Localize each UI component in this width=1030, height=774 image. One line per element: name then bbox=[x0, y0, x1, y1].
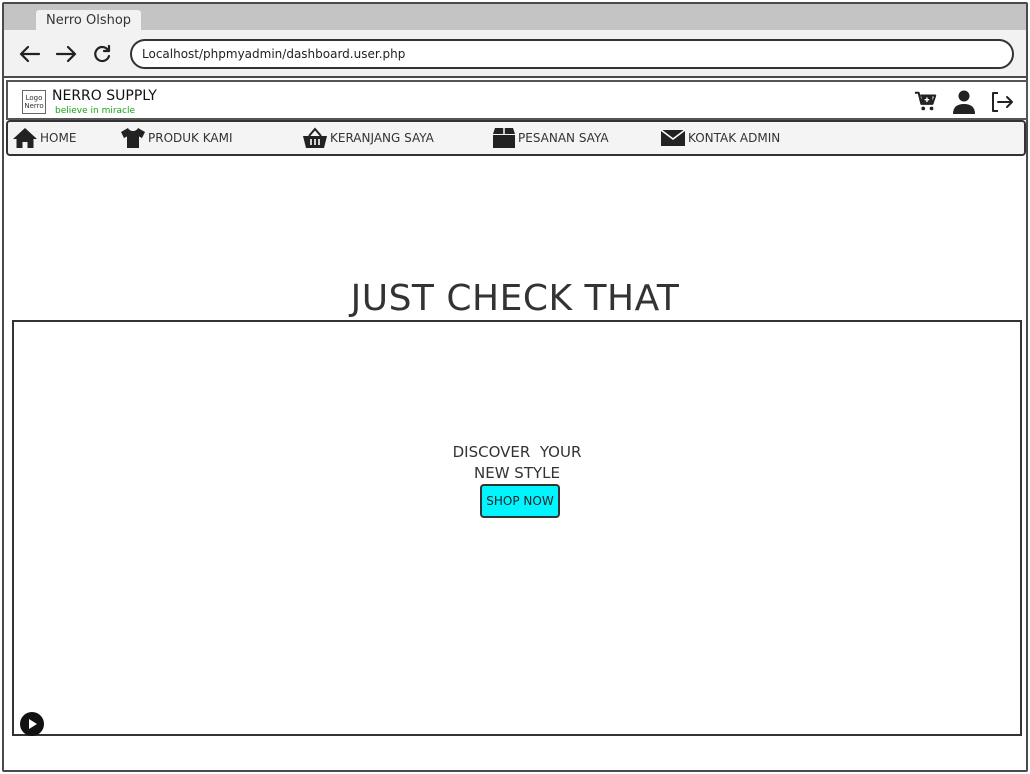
forward-arrow-icon[interactable] bbox=[54, 42, 78, 66]
browser-tab[interactable]: Nerro Olshop bbox=[36, 10, 142, 32]
discover-text: DISCOVER YOUR NEW STYLE bbox=[14, 442, 1020, 484]
menu-item-label: KONTAK ADMIN bbox=[688, 131, 781, 145]
discover-line-2: NEW STYLE bbox=[474, 464, 560, 482]
tagline: believe in miracle bbox=[55, 106, 136, 116]
reload-icon[interactable] bbox=[90, 42, 114, 66]
main-menu: HOME PRODUK KAMI KERANJANG SAYA PESANAN … bbox=[6, 120, 1026, 156]
address-bar[interactable]: Localhost/phpmyadmin/dashboard.user.php bbox=[130, 39, 1014, 69]
menu-item-label: PRODUK KAMI bbox=[148, 131, 233, 145]
basket-icon bbox=[303, 127, 327, 148]
menu-item-pesanan[interactable]: PESANAN SAYA bbox=[492, 122, 609, 154]
hero-title: JUST CHECK THAT bbox=[350, 278, 680, 319]
menu-item-label: HOME bbox=[40, 131, 77, 145]
shop-now-button[interactable]: SHOP NOW bbox=[480, 484, 560, 518]
hero-banner: DISCOVER YOUR NEW STYLE SHOP NOW bbox=[12, 320, 1022, 736]
site-header: Logo Nerro NERRO SUPPLY believe in mirac… bbox=[6, 80, 1028, 120]
tab-strip: Nerro Olshop bbox=[4, 4, 1026, 32]
mail-icon bbox=[660, 129, 686, 146]
logout-icon[interactable] bbox=[990, 90, 1014, 114]
browser-chrome: Nerro Olshop Localhost/phpmyadmin/dashbo… bbox=[4, 4, 1026, 78]
brand-name: NERRO SUPPLY bbox=[52, 88, 157, 104]
back-arrow-icon[interactable] bbox=[18, 42, 42, 66]
menu-item-produk[interactable]: PRODUK KAMI bbox=[120, 122, 233, 154]
menu-item-home[interactable]: HOME bbox=[12, 122, 76, 154]
header-actions bbox=[914, 90, 1014, 114]
home-icon bbox=[13, 128, 37, 148]
menu-item-label: PESANAN SAYA bbox=[518, 131, 609, 145]
discover-line-1: DISCOVER YOUR bbox=[452, 443, 582, 461]
browser-window: Nerro Olshop Localhost/phpmyadmin/dashbo… bbox=[2, 2, 1028, 772]
menu-item-keranjang[interactable]: KERANJANG SAYA bbox=[302, 122, 434, 154]
shirt-icon bbox=[121, 128, 145, 148]
package-icon bbox=[493, 128, 515, 148]
cart-icon[interactable] bbox=[914, 90, 938, 114]
user-icon[interactable] bbox=[952, 90, 976, 114]
browser-nav bbox=[18, 42, 114, 66]
menu-item-label: KERANJANG SAYA bbox=[330, 131, 434, 145]
play-icon[interactable] bbox=[20, 712, 44, 736]
menu-item-kontak[interactable]: KONTAK ADMIN bbox=[660, 122, 780, 154]
logo[interactable]: Logo Nerro bbox=[22, 90, 46, 114]
